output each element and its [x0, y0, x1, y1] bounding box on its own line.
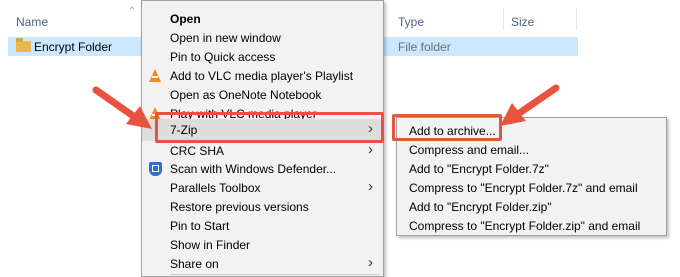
chevron-right-icon: › — [368, 141, 373, 158]
menu-item-label: Show in Finder — [170, 238, 251, 252]
vlc-icon — [149, 69, 161, 82]
menu-item-label: Open — [170, 12, 201, 26]
column-type[interactable]: Type — [398, 15, 424, 29]
chevron-right-icon: › — [368, 254, 373, 271]
submenu-item-label: Compress to "Encrypt Folder.7z" and emai… — [409, 181, 638, 195]
submenu-item-label: Add to "Encrypt Folder.zip" — [409, 200, 552, 214]
chevron-right-icon: › — [368, 178, 373, 195]
column-divider[interactable] — [503, 8, 504, 30]
folder-icon — [16, 38, 31, 52]
submenu-item-label: Compress and email... — [409, 143, 530, 157]
menu-item-label: CRC SHA — [170, 144, 225, 158]
menu-item-label: Add to VLC media player's Playlist — [170, 69, 354, 83]
menu-item-label: Open in new window — [170, 31, 281, 45]
submenu-item-label: Compress to "Encrypt Folder.zip" and ema… — [409, 219, 641, 233]
column-divider[interactable] — [576, 8, 577, 30]
annotation-arrow-icon — [500, 84, 560, 126]
menu-item-share-on[interactable]: Share on › — [142, 253, 383, 275]
menu-item-label: Scan with Windows Defender... — [170, 162, 337, 176]
annotation-arrow-icon — [92, 86, 152, 129]
column-name[interactable]: Name — [16, 15, 48, 29]
column-size[interactable]: Size — [511, 15, 534, 29]
menu-item-label: Share on — [170, 257, 219, 271]
menu-item-label: Pin to Start — [170, 219, 230, 233]
submenu-item-compress-email[interactable]: Compress and email... — [397, 140, 666, 159]
sort-caret-icon: ⌃ — [128, 6, 137, 17]
submenu-item-compress-zip-email[interactable]: Compress to "Encrypt Folder.zip" and ema… — [397, 216, 666, 235]
menu-item-label: Parallels Toolbox — [170, 181, 261, 195]
submenu-item-add-7z[interactable]: Add to "Encrypt Folder.7z" — [397, 159, 666, 178]
menu-item-label: Pin to Quick access — [170, 50, 276, 64]
submenu-item-label: Add to "Encrypt Folder.7z" — [409, 162, 549, 176]
shield-icon — [149, 162, 162, 176]
submenu-item-add-zip[interactable]: Add to "Encrypt Folder.zip" — [397, 197, 666, 216]
annotation-highlight-7zip — [155, 112, 384, 143]
menu-separator — [170, 274, 380, 275]
annotation-highlight-add-to-archive — [392, 114, 502, 141]
submenu-item-compress-7z-email[interactable]: Compress to "Encrypt Folder.7z" and emai… — [397, 178, 666, 197]
file-name[interactable]: Encrypt Folder — [34, 40, 112, 54]
file-type: File folder — [398, 40, 451, 54]
menu-item-label: Open as OneNote Notebook — [170, 88, 322, 102]
menu-item-label: Restore previous versions — [170, 200, 309, 214]
